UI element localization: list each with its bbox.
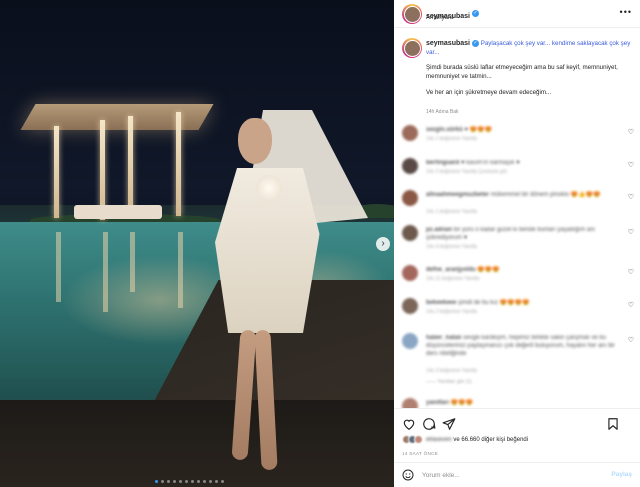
comment-meta[interactable]: 14s 2 beğenme Yanıtla Çevirisini gör [426, 169, 507, 175]
carousel-dot [221, 480, 224, 483]
comment-meta[interactable]: 14s 4 beğenme Yanıtla [426, 244, 477, 250]
caption-line [426, 82, 632, 89]
like-icon[interactable] [402, 417, 416, 431]
pergola-post [54, 126, 59, 218]
comment-body: 😍😍😍 [450, 400, 474, 406]
comment-text: bekeekeee şimdi de bu kız 😍😍😍😍 [426, 299, 626, 307]
commenter-username[interactable]: sezgin.sürkü [426, 127, 464, 133]
comment-like-icon[interactable]: ♡ [628, 161, 634, 169]
commenter-username[interactable]: berfinguard [426, 160, 461, 166]
comment-like-icon[interactable]: ♡ [628, 301, 634, 309]
comment-like-icon[interactable]: ♡ [628, 128, 634, 136]
caption-timestamp: 14h Adına Bak [426, 109, 459, 115]
carousel-dot [173, 480, 176, 483]
verified-badge-icon: ✓ [471, 10, 479, 18]
caption-text: seymasubasi ✓ Paylaşacak çok şey var... k… [426, 40, 632, 97]
carousel-dot [215, 480, 218, 483]
commenter-avatar[interactable] [402, 265, 418, 281]
carousel-dot [179, 480, 182, 483]
post-photo[interactable]: › [0, 0, 394, 487]
comment-meta[interactable]: 14s 1 beğenme Yanıtla [426, 209, 477, 215]
post-comment-button[interactable]: Paylaş [611, 471, 632, 478]
daybed [74, 205, 162, 219]
emoji-icon[interactable] [402, 469, 414, 481]
commenter-avatar[interactable] [402, 190, 418, 206]
commenter-avatar[interactable] [402, 333, 418, 349]
commenter-username[interactable]: haber_hatalı [426, 335, 463, 341]
carousel-next-button[interactable]: › [376, 237, 390, 251]
add-comment-bar: Paylaş [394, 462, 640, 487]
caption-username[interactable]: seymasubasi [426, 40, 470, 47]
comment-meta[interactable]: 14s 2 beğenme Yanıtla [426, 309, 477, 315]
commenter-username[interactable]: bekeekeee [426, 300, 458, 306]
carousel-dot [209, 480, 212, 483]
pergola-post [176, 112, 181, 216]
caption-line: Ve her an için şükretmeye devam edeceğim… [426, 88, 552, 96]
deck-floor [0, 400, 394, 487]
post-location[interactable]: Amanyara [426, 15, 453, 21]
carousel-dot [185, 480, 188, 483]
comment-text: sezgin.sürkü ♥ 😍😍😍 [426, 126, 626, 134]
likers-avatars [402, 435, 423, 444]
pergola-post [128, 116, 133, 212]
commenter-username[interactable]: defne_aranjyoldu [426, 267, 477, 273]
share-icon[interactable] [442, 417, 456, 431]
caption-line: Şimdi burada süslü laflar etmeyeceğim am… [426, 64, 618, 80]
comment-body: ♥ 😍😍😍 [464, 127, 492, 133]
carousel-dot [203, 480, 206, 483]
comment-text: yanıtları 😍😍😍 [426, 399, 626, 407]
rose-brooch [256, 175, 282, 201]
comment-text: pz.adnan bir yürü o kadar güzel ki bende… [426, 226, 626, 242]
comment-like-icon[interactable]: ♡ [628, 268, 634, 276]
person-head [238, 118, 272, 164]
post-header: seymasubasi ✓ Amanyara ••• [394, 0, 640, 28]
caption-line [426, 57, 632, 64]
commenter-avatar[interactable] [402, 225, 418, 241]
post-reflection [130, 232, 135, 292]
carousel-dots [155, 480, 224, 483]
likes-count[interactable]: ve 66.660 diğer kişi beğendi [453, 437, 528, 443]
comment-body: ♥ kasım'ın karmaşık ♥ [461, 160, 520, 166]
comment-text: haber_hatalı sevgili kardeşim, hepimiz b… [426, 334, 626, 358]
post-reflection [56, 232, 61, 302]
verified-badge-icon: ✓ [471, 40, 479, 47]
author-avatar[interactable] [402, 4, 422, 24]
comment-icon[interactable] [422, 417, 436, 431]
more-options-icon[interactable]: ••• [620, 7, 632, 17]
likes-summary[interactable]: elfaseven ve 66.660 diğer kişi beğendi [402, 435, 528, 444]
comment-body: 😍😍😍 [477, 267, 500, 273]
commenter-username[interactable]: alinaahmeegmuzbeter [426, 192, 491, 198]
liker-username[interactable]: elfaseven [426, 437, 452, 443]
comment-meta[interactable]: 14s 1 beğenme Yanıtla [426, 136, 477, 142]
caption-avatar[interactable] [402, 38, 422, 58]
carousel-dot [167, 480, 170, 483]
comment-body: şimdi de bu kız 😍😍😍😍 [458, 300, 530, 306]
comment-text: defne_aranjyoldu 😍😍😍 [426, 266, 626, 274]
carousel-dot [191, 480, 194, 483]
carousel-dot [155, 480, 158, 483]
pergola-roof [20, 104, 214, 130]
commenter-avatar[interactable] [402, 125, 418, 141]
comment-text: alinaahmeegmuzbeter mükemmel bir dönem p… [426, 191, 626, 199]
commenter-avatar[interactable] [402, 158, 418, 174]
carousel-dot [161, 480, 164, 483]
comment-text: berfinguard ♥ kasım'ın karmaşık ♥ [426, 159, 626, 167]
post-time-ago: 14 SAAT ÖNCE [402, 451, 439, 456]
comment-like-icon[interactable]: ♡ [628, 336, 634, 344]
view-replies-link[interactable]: —— Yanıtları gör (1) [426, 379, 472, 385]
comment-like-icon[interactable]: ♡ [628, 193, 634, 201]
post-sidebar: seymasubasi ✓ Amanyara ••• seymasubasi ✓ P… [394, 0, 640, 487]
commenter-avatar[interactable] [402, 298, 418, 314]
comment-like-icon[interactable]: ♡ [628, 228, 634, 236]
comment-input[interactable] [422, 468, 592, 482]
comment-meta[interactable]: 14s 3 beğenme Yanıtla [426, 368, 477, 374]
bookmark-icon[interactable] [606, 417, 620, 431]
post-reflection [103, 232, 108, 312]
commenter-username[interactable]: pz.adnan [426, 227, 454, 233]
post-reflection [178, 232, 183, 308]
comment-meta[interactable]: 14s 11 beğenme Yanıtla [426, 276, 479, 282]
carousel-dot [197, 480, 200, 483]
comment-body: mükemmel bir dönem pinokio 😍👍😍😍 [490, 192, 601, 198]
commenter-username[interactable]: yanıtları [426, 400, 451, 406]
